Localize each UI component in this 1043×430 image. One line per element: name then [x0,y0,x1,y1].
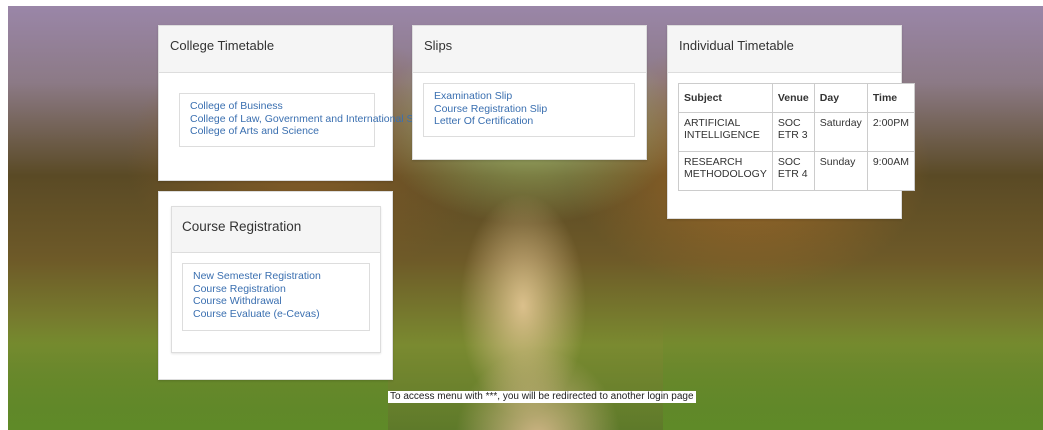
timetable-table: Subject Venue Day Time ARTIFICIAL INTELL… [678,83,916,191]
cell-venue: SOC ETR 3 [771,112,815,152]
cell-day: Saturday [813,112,868,152]
cell-subject: ARTIFICIAL INTELLIGENCE [678,112,773,152]
course-registration-inner-panel: Course Registration New Semester Registr… [171,206,381,353]
cell-subject: RESEARCH METHODOLOGY [678,151,773,191]
table-row: RESEARCH METHODOLOGY SOC ETR 4 Sunday 9:… [678,151,916,191]
column-header-venue: Venue [771,83,815,113]
column-header-day: Day [813,83,868,113]
course-registration-links-box: New Semester Registration Course Registr… [182,263,370,331]
college-of-law-link[interactable]: College of Law, Government and Internati… [190,113,442,126]
college-of-arts-link[interactable]: College of Arts and Science [190,125,364,138]
new-semester-registration-link[interactable]: New Semester Registration [193,270,359,283]
course-registration-slip-link[interactable]: Course Registration Slip [434,103,624,116]
cell-time: 2:00PM [866,112,916,152]
college-of-business-link[interactable]: College of Business [190,100,364,113]
column-header-subject: Subject [678,83,773,113]
road-scene [428,310,648,430]
course-withdrawal-link[interactable]: Course Withdrawal [193,295,359,308]
slips-links-box: Examination Slip Course Registration Sli… [423,83,635,137]
college-timetable-panel: College Timetable College of Business Co… [158,25,442,181]
course-evaluate-link[interactable]: Course Evaluate (e-Cevas) [193,308,359,321]
grass-right [663,320,1043,430]
individual-timetable-title: Individual Timetable [668,26,901,73]
examination-slip-link[interactable]: Examination Slip [434,90,624,103]
course-registration-title: Course Registration [172,207,380,253]
column-header-time: Time [866,83,916,113]
table-row: ARTIFICIAL INTELLIGENCE SOC ETR 3 Saturd… [678,112,916,152]
college-timetable-title: College Timetable [159,26,392,73]
slips-title: Slips [413,26,646,73]
login-redirect-notice: To access menu with ***, you will be red… [388,391,696,403]
cell-time: 9:00AM [866,151,916,191]
course-registration-link[interactable]: Course Registration [193,283,359,296]
college-links-box: College of Business College of Law, Gove… [179,93,442,147]
cell-day: Sunday [813,151,868,191]
individual-timetable-panel: Individual Timetable Subject Venue Day T… [667,25,916,219]
table-header-row: Subject Venue Day Time [678,83,916,113]
cell-venue: SOC ETR 4 [771,151,815,191]
slips-panel: Slips Examination Slip Course Registrati… [412,25,647,160]
course-registration-panel: Course Registration New Semester Registr… [158,191,393,380]
letter-of-certification-link[interactable]: Letter Of Certification [434,115,624,128]
